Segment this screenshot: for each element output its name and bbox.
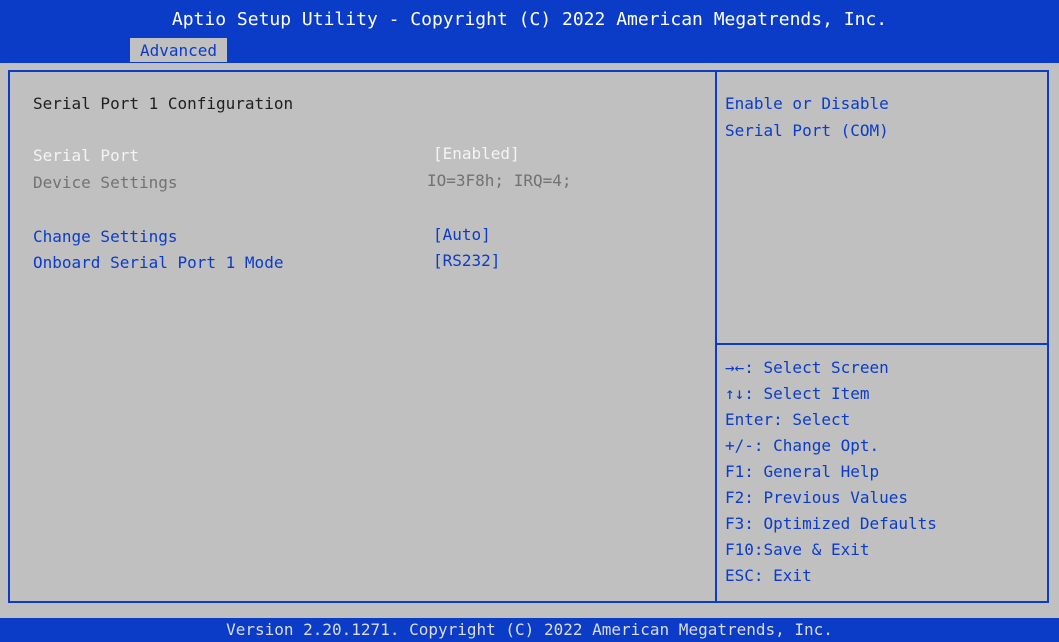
- app-title: Aptio Setup Utility - Copyright (C) 2022…: [171, 9, 888, 30]
- key-legend-item: →←: Select Screen: [725, 358, 889, 377]
- device-settings-value: IO=3F8h; IRQ=4;: [427, 171, 572, 190]
- help-text-line-2: Serial Port (COM): [725, 121, 889, 140]
- serial-mode-value[interactable]: [RS232]: [433, 251, 500, 271]
- panel-divider: [715, 72, 717, 601]
- title-bar: Aptio Setup Utility - Copyright (C) 2022…: [0, 0, 1059, 63]
- change-settings-label[interactable]: Change Settings: [33, 227, 178, 247]
- help-text-line-1: Enable or Disable: [725, 94, 889, 113]
- key-legend-item: F2: Previous Values: [725, 488, 909, 507]
- tab-advanced[interactable]: Advanced: [130, 38, 228, 62]
- key-legend-item: F1: General Help: [725, 462, 880, 481]
- key-legend-item: +/-: Change Opt.: [725, 436, 880, 455]
- serial-mode-label[interactable]: Onboard Serial Port 1 Mode: [33, 253, 283, 273]
- change-settings-value[interactable]: [Auto]: [433, 225, 491, 245]
- key-legend-item: F10:Save & Exit: [725, 540, 870, 559]
- device-settings-label: Device Settings: [33, 173, 178, 192]
- main-panel: Serial Port 1 Configuration Serial Port …: [8, 70, 1049, 603]
- key-legend-item: Enter: Select: [725, 410, 851, 429]
- page-heading: Serial Port 1 Configuration: [33, 94, 294, 113]
- key-legend-item: F3: Optimized Defaults: [725, 514, 937, 533]
- version-footer: Version 2.20.1271. Copyright (C) 2022 Am…: [0, 618, 1059, 642]
- serial-port-label[interactable]: Serial Port: [33, 146, 139, 166]
- serial-port-value[interactable]: [Enabled]: [433, 144, 520, 164]
- key-legend-item: ESC: Exit: [725, 566, 812, 585]
- help-divider: [717, 343, 1049, 345]
- key-legend-item: ↑↓: Select Item: [725, 384, 870, 403]
